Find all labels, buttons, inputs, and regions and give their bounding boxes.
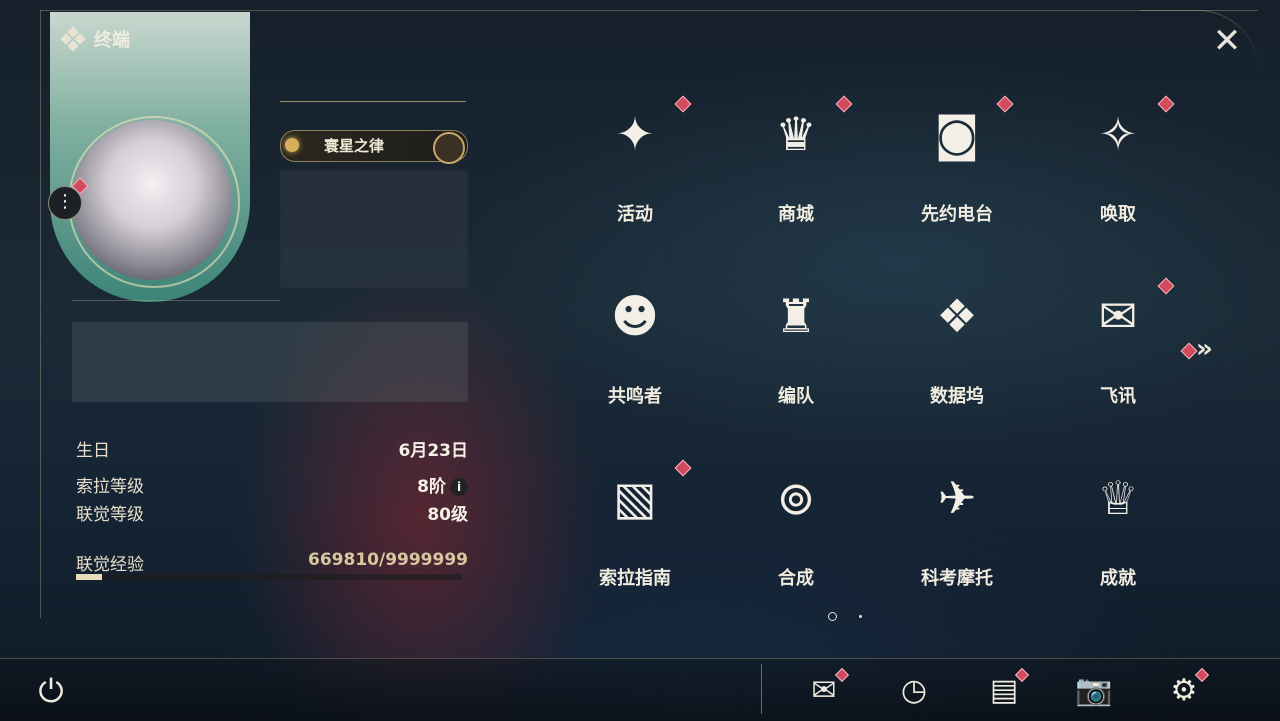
radio-icon: ◙ [934,107,980,161]
feature-tile-label: 商城 [778,204,814,225]
union-exp-bar [76,574,462,580]
page-dot-active[interactable] [828,612,837,621]
feature-tile[interactable]: ✧ 唤取 [1058,92,1178,252]
sola-level-row: 索拉等级 8阶 i [76,472,468,497]
next-page-button[interactable]: » [1196,334,1213,364]
notification-badge [835,95,853,113]
title-badge-label: 寰星之律 [323,137,384,155]
union-level-value: 80级 [427,505,468,525]
guidebook-icon: ▧ [613,471,657,525]
notice-icon-glyph: ▤ [989,673,1019,708]
feature-tile-label: 共鸣者 [608,386,662,407]
header: 终端 [60,26,130,52]
feature-tile[interactable]: ♜ 编队 [736,274,856,434]
camera-icon-glyph: 📷 [1075,673,1113,708]
clock-icon-glyph: ◷ [900,673,928,708]
page-indicator [828,612,862,621]
notification-badge [1157,95,1175,113]
resonator-head-icon: ☻ [611,289,659,343]
frame-left-line [40,10,41,618]
data-dock-icon: ❖ [936,289,978,343]
union-exp-row: 联觉经验 669810/9999999 [76,550,468,575]
feature-tile-label: 唤取 [1100,204,1136,225]
notification-badge [674,459,692,477]
power-icon: ⏻ [38,672,64,710]
feature-tile[interactable]: ♛ 商城 [736,92,856,252]
terminal-diamonds-icon [60,26,86,52]
settings-gear-icon-glyph: ⚙ [1170,673,1198,708]
notice-icon[interactable]: ▤ [985,667,1030,710]
trophy-icon: ♕ [1097,471,1139,525]
feature-tile[interactable]: ✦ 活动 [575,92,695,252]
feature-tile[interactable]: ❖ 数据坞 [897,274,1017,434]
settings-gear-icon[interactable]: ⚙ [1165,667,1210,710]
obscured-signature-area[interactable] [72,322,468,402]
feature-tile-label: 活动 [617,204,653,225]
birthday-label: 生日 [76,441,110,461]
feature-tile-label: 索拉指南 [599,568,671,589]
sola-level-value: 8阶 [417,477,446,497]
page-title: 终端 [94,30,130,51]
feature-tile-label: 编队 [778,386,814,407]
chat-bubble-icon: ✉ [1098,289,1138,343]
feature-tile-label: 先约电台 [921,204,993,225]
feature-tile-label: 飞讯 [1100,386,1136,407]
birthday-row: 生日 6月23日 [76,436,469,461]
mail-icon-glyph: ✉ [811,673,837,708]
feature-tile[interactable]: ▧ 索拉指南 [575,456,695,616]
synthesis-orbit-icon: ⊚ [776,471,816,525]
frame-top-line [40,10,1258,11]
union-exp-bar-fill [76,574,102,580]
next-page-badge [1180,342,1198,360]
shop-cart-icon: ♛ [775,107,817,161]
feature-tile[interactable]: ✈ 科考摩托 [897,456,1017,616]
close-icon: ✕ [1212,21,1242,61]
close-button[interactable]: ✕ [1208,22,1246,60]
union-level-row: 联觉等级 80级 [76,500,468,525]
notification-badge [674,95,692,113]
compass-star-icon: ✧ [1098,107,1138,161]
feature-tile-label: 科考摩托 [921,568,993,589]
info-icon[interactable]: i [450,478,468,496]
mail-icon[interactable]: ✉ [805,667,850,710]
power-button[interactable]: ⏻ [34,674,68,708]
profile-card[interactable] [50,12,250,302]
feature-tile[interactable]: ✉ 飞讯 [1058,274,1178,434]
divider [72,300,280,301]
obscured-name-area [280,170,468,288]
divider [280,101,466,102]
2nd-anniversary-icon: ✦ [615,107,655,161]
more-icon: ⋮ [56,191,74,212]
motorbike-icon: ✈ [937,471,977,525]
feature-tile[interactable]: ♕ 成就 [1058,456,1178,616]
union-level-label: 联觉等级 [76,505,144,525]
title-badge[interactable]: 寰星之律 [280,130,468,164]
chess-formation-icon: ♜ [775,289,817,343]
feature-tile-label: 合成 [778,568,814,589]
union-exp-value: 669810/9999999 [308,550,468,570]
birthday-value: 6月23日 [398,441,469,461]
page-dot[interactable] [859,615,862,618]
feature-tile[interactable]: ◙ 先约电台 [897,92,1017,252]
divider [761,664,762,714]
notification-badge [996,95,1014,113]
notification-badge [1157,277,1175,295]
profile-menu-button[interactable]: ⋮ [48,186,82,220]
feature-tile[interactable]: ⊚ 合成 [736,456,856,616]
feature-tile-label: 数据坞 [930,386,984,407]
feature-tile[interactable]: ☻ 共鸣者 [575,274,695,434]
clock-icon[interactable]: ◷ [895,672,933,710]
union-exp-label: 联觉经验 [76,555,144,575]
feature-tile-label: 成就 [1100,568,1136,589]
avatar[interactable] [72,120,232,280]
camera-icon[interactable]: 📷 [1075,672,1113,710]
sola-level-value-wrap: 8阶 i [417,472,468,497]
emblem-icon [433,132,465,164]
sola-level-label: 索拉等级 [76,477,144,497]
